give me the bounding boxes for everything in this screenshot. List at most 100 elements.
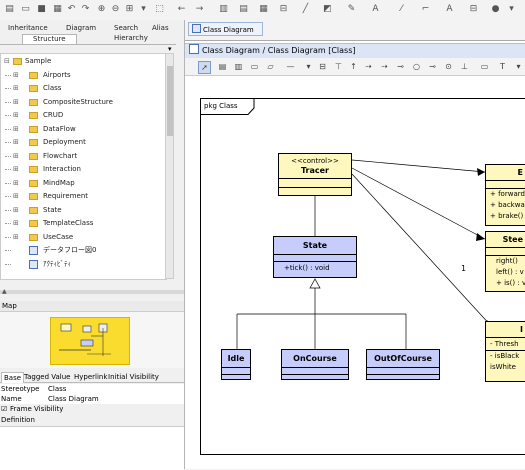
tree-item[interactable]: ｱｸﾃｨﾋﾞﾃｨ bbox=[1, 259, 166, 270]
line-color-icon[interactable]: ⁄ bbox=[396, 4, 407, 15]
expand-toggle-icon[interactable]: ⊞ bbox=[13, 70, 19, 81]
definition-textarea[interactable] bbox=[0, 426, 184, 470]
realization-tool-icon[interactable]: ⇢ bbox=[363, 61, 374, 72]
panel-splitter[interactable]: ▲ bbox=[0, 288, 184, 295]
tab-hierarchy[interactable]: Hierarchy bbox=[114, 34, 148, 43]
frame-tool-icon[interactable]: ▭ bbox=[479, 61, 490, 72]
font-color-icon[interactable]: A bbox=[370, 4, 381, 15]
expand-toggle-icon[interactable]: ⊞ bbox=[13, 191, 19, 202]
prop-value[interactable]: Class bbox=[48, 384, 66, 394]
tree-item[interactable]: ⊞ Airports bbox=[1, 70, 166, 81]
pen-icon[interactable]: ✎ bbox=[346, 4, 357, 15]
zoom-out-icon[interactable]: ⊖ bbox=[110, 4, 121, 15]
tab-initial-visibility[interactable]: Initial Visibility bbox=[108, 372, 159, 382]
pointer-tool-icon[interactable]: ➚ bbox=[198, 61, 211, 74]
more-icon[interactable]: ▾ bbox=[506, 4, 517, 15]
anchor-tool-icon[interactable]: ⊥ bbox=[459, 61, 470, 72]
line-style-icon[interactable]: ╱ bbox=[300, 4, 311, 15]
collapse-toggle-icon[interactable]: ⊟ bbox=[4, 56, 10, 67]
checkbox-checked-icon[interactable]: ☑ bbox=[1, 404, 7, 414]
tree-item[interactable]: ⊞ UseCase bbox=[1, 232, 166, 243]
dependency-tool-icon[interactable]: ⇢ bbox=[379, 61, 390, 72]
expand-toggle-icon[interactable]: ⊞ bbox=[13, 205, 19, 216]
lollipop-tool-icon[interactable]: ⊸ bbox=[427, 61, 438, 72]
class-oncourse[interactable]: OnCourse bbox=[281, 349, 349, 380]
tree-item[interactable]: ⊞ Flowchart bbox=[1, 151, 166, 162]
layout-icon[interactable]: ▥ bbox=[218, 4, 229, 15]
new-file-icon[interactable]: ▤ bbox=[4, 4, 15, 15]
note-tool-icon[interactable]: ▱ bbox=[265, 61, 276, 72]
expand-toggle-icon[interactable]: ⊞ bbox=[13, 97, 19, 108]
undo-icon[interactable]: ↶ bbox=[66, 4, 77, 15]
tree-item[interactable]: ⊞ State bbox=[1, 205, 166, 216]
connector-icon[interactable]: ⌐ bbox=[420, 4, 431, 15]
tree-scrollbar[interactable] bbox=[165, 53, 174, 279]
expand-toggle-icon[interactable]: ⊞ bbox=[13, 178, 19, 189]
tree-item[interactable]: ⊟ Sample bbox=[1, 56, 166, 67]
diagram-thumbnail[interactable] bbox=[50, 317, 130, 365]
tab-diagram[interactable]: Diagram bbox=[66, 24, 96, 33]
class-outofcourse[interactable]: OutOfCourse bbox=[366, 349, 440, 380]
tree-item[interactable]: ⊞ DataFlow bbox=[1, 124, 166, 135]
class-tracer[interactable]: <<control>> Tracer bbox=[278, 153, 352, 196]
association-tool-icon[interactable]: — bbox=[285, 61, 296, 72]
generalization-tool-icon[interactable]: ↑ bbox=[348, 61, 359, 72]
zoom-in-icon[interactable]: ⊕ bbox=[96, 4, 107, 15]
print-icon[interactable]: ▦ bbox=[52, 4, 63, 15]
fit-icon[interactable]: ⊞ bbox=[124, 4, 135, 15]
tree-item[interactable]: ⊞ TemplateClass bbox=[1, 218, 166, 229]
aggregation-tool-icon[interactable]: ⊟ bbox=[317, 61, 328, 72]
redo-icon[interactable]: ↷ bbox=[80, 4, 91, 15]
class-tool-icon[interactable]: ▤ bbox=[217, 61, 228, 72]
circle-tool-icon[interactable]: ○ bbox=[411, 61, 422, 72]
class-state[interactable]: State +tick() : void bbox=[273, 236, 357, 278]
tab-search[interactable]: Search bbox=[114, 24, 138, 33]
tree-item[interactable]: ⊞ Class bbox=[1, 83, 166, 94]
package-tool-icon[interactable]: ▭ bbox=[249, 61, 260, 72]
interface-tool-icon[interactable]: ▥ bbox=[233, 61, 244, 72]
tab-base[interactable]: Base bbox=[1, 372, 25, 383]
distribute-icon[interactable]: ⊟ bbox=[278, 4, 289, 15]
align-icon[interactable]: ▤ bbox=[238, 4, 249, 15]
dropdown-icon[interactable]: ▾ bbox=[303, 61, 314, 72]
back-icon[interactable]: ← bbox=[176, 4, 187, 15]
save-icon[interactable]: ■ bbox=[36, 4, 47, 15]
instance-tool-icon[interactable]: ⊙ bbox=[443, 61, 454, 72]
class-idle[interactable]: Idle bbox=[221, 349, 251, 380]
expand-toggle-icon[interactable]: ⊞ bbox=[13, 110, 19, 121]
expand-toggle-icon[interactable]: ⊞ bbox=[13, 124, 19, 135]
expand-toggle-icon[interactable]: ⊞ bbox=[13, 137, 19, 148]
tree-scroll-thumb[interactable] bbox=[167, 66, 173, 136]
zoom-dropdown-icon[interactable]: ▾ bbox=[138, 4, 149, 15]
circle-icon[interactable]: ● bbox=[490, 4, 501, 15]
font-size-icon[interactable]: A bbox=[444, 4, 455, 15]
tree-item[interactable]: ⊞ CompositeStructure bbox=[1, 97, 166, 108]
usage-tool-icon[interactable]: ⊸ bbox=[395, 61, 406, 72]
expand-toggle-icon[interactable]: ⊞ bbox=[13, 83, 19, 94]
expand-toggle-icon[interactable]: ⊞ bbox=[13, 218, 19, 229]
tree-item[interactable]: ⊞ Requirement bbox=[1, 191, 166, 202]
select-icon[interactable]: ⬚ bbox=[154, 4, 165, 15]
tree-item[interactable]: ⊞ CRUD bbox=[1, 110, 166, 121]
collapse-arrow-icon[interactable]: ▲ bbox=[2, 288, 7, 295]
tree-item[interactable]: ⊞ MindMap bbox=[1, 178, 166, 189]
class-engine[interactable]: E + forward( + backwar + brake() bbox=[485, 164, 525, 226]
more-tools-icon[interactable]: ▾ bbox=[513, 61, 524, 72]
tab-structure[interactable]: Structure bbox=[22, 34, 77, 44]
arrange-icon[interactable]: ⊟ bbox=[468, 4, 479, 15]
class-sensor[interactable]: I - Thresh - isBlack isWhite bbox=[485, 321, 525, 382]
expand-toggle-icon[interactable]: ⊞ bbox=[13, 232, 19, 243]
tab-hyperlink[interactable]: Hyperlink bbox=[74, 372, 107, 382]
fill-color-icon[interactable]: ◩ bbox=[322, 4, 333, 15]
expand-toggle-icon[interactable]: ⊞ bbox=[13, 164, 19, 175]
tree-item[interactable]: ⊞ Deployment bbox=[1, 137, 166, 148]
diagram-canvas[interactable]: pkg Class 1 <<control>> Tracer State +ti… bbox=[185, 76, 525, 469]
tab-inheritance[interactable]: Inheritance bbox=[8, 24, 48, 33]
prop-value[interactable]: Class Diagram bbox=[48, 394, 99, 404]
text-tool-icon[interactable]: T bbox=[497, 61, 508, 72]
class-steering[interactable]: Stee right() left() : v + is() : vo bbox=[485, 231, 525, 292]
panel-menu-icon[interactable]: ▾ bbox=[168, 45, 172, 53]
forward-icon[interactable]: → bbox=[194, 4, 205, 15]
tab-alias[interactable]: Alias bbox=[152, 24, 169, 33]
tab-class-diagram[interactable]: Class Diagram bbox=[188, 22, 263, 36]
